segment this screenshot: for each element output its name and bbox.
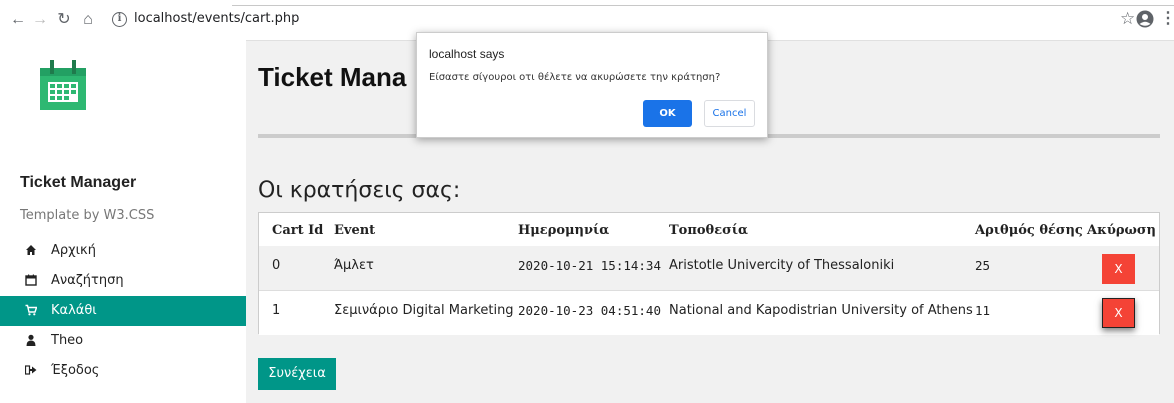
column-header: Ημερομηνία <box>518 223 610 238</box>
location-cell: Aristotle Univercity of Thessaloniki <box>669 258 895 273</box>
section-heading: Οι κρατήσεις σας: <box>258 178 461 203</box>
sidebar-subtitle: Template by W3.CSS <box>20 208 155 223</box>
reload-icon[interactable]: ↻ <box>54 10 74 30</box>
address-bar[interactable]: localhost/events/cart.php <box>134 11 299 26</box>
event-cell: Σεμινάριο Digital Marketing <box>334 303 514 318</box>
sidebar: Ticket Manager Template by W3.CSS Αρχική… <box>0 40 246 403</box>
table-header: Cart Id Event Ημερομηνία Τοποθεσία Αριθμ… <box>259 213 1159 247</box>
cancel-booking-button[interactable]: X <box>1102 298 1135 328</box>
continue-button[interactable]: Συνέχεια <box>258 358 336 390</box>
sidebar-item-label: Έξοδος <box>51 363 100 378</box>
dialog-message: Είσαστε σίγουροι οτι θέλετε να ακυρώσετε… <box>429 72 721 83</box>
cancel-booking-button[interactable]: X <box>1102 254 1135 284</box>
seat-cell: 25 <box>975 258 991 273</box>
tab-strip-edge <box>232 5 1174 6</box>
cart-id-cell: 1 <box>272 303 281 318</box>
bookmark-star-icon[interactable]: ☆ <box>1120 9 1135 29</box>
sidebar-item-search[interactable]: Αναζήτηση <box>0 266 246 296</box>
sidebar-title: Ticket Manager <box>20 174 137 191</box>
user-icon <box>26 334 36 346</box>
seat-cell: 11 <box>975 303 991 318</box>
date-cell: 2020-10-23 04:51:40 <box>518 303 661 318</box>
calendar-logo-icon <box>40 60 86 110</box>
bookings-table: Cart Id Event Ημερομηνία Τοποθεσία Αριθμ… <box>258 212 1160 335</box>
sidebar-item-label: Καλάθι <box>51 303 97 318</box>
menu-kebab-icon[interactable]: ⋮ <box>1160 8 1174 28</box>
location-cell: National and Kapodistrian University of … <box>669 303 973 318</box>
column-header: Ακύρωση <box>1087 223 1156 238</box>
column-header: Τοποθεσία <box>669 223 748 238</box>
column-header: Cart Id <box>272 223 324 238</box>
home-icon <box>26 245 36 255</box>
sidebar-item-label: Αναζήτηση <box>51 273 124 288</box>
dialog-title: localhost says <box>429 47 505 61</box>
cart-icon <box>25 304 37 316</box>
table-row: 1 Σεμινάριο Digital Marketing 2020-10-23… <box>259 291 1159 335</box>
column-header: Event <box>334 223 376 238</box>
home-nav-icon[interactable]: ⌂ <box>78 10 98 30</box>
cart-id-cell: 0 <box>272 258 281 273</box>
ok-button[interactable]: OK <box>643 100 692 127</box>
column-header: Αριθμός θέσης <box>975 223 1083 238</box>
page-title: Ticket Mana <box>258 62 407 92</box>
event-cell: Άμλετ <box>334 258 374 273</box>
date-cell: 2020-10-21 15:14:34 <box>518 258 661 273</box>
sign-out-icon <box>25 365 37 375</box>
sidebar-item-label: Αρχική <box>51 243 96 258</box>
sidebar-item-label: Theo <box>51 333 84 348</box>
account-icon[interactable] <box>1136 10 1154 28</box>
site-info-icon[interactable]: i <box>112 12 127 27</box>
sidebar-item-logout[interactable]: Έξοδος <box>0 356 246 386</box>
table-row: 0 Άμλετ 2020-10-21 15:14:34 Aristotle Un… <box>259 246 1159 291</box>
back-icon[interactable]: ← <box>8 10 28 30</box>
cancel-button[interactable]: Cancel <box>704 100 755 127</box>
sidebar-item-user[interactable]: Theo <box>0 326 246 356</box>
calendar-icon <box>25 274 37 286</box>
forward-icon[interactable]: → <box>30 10 50 30</box>
sidebar-item-home[interactable]: Αρχική <box>0 236 246 266</box>
sidebar-item-cart[interactable]: Καλάθι <box>0 296 246 326</box>
confirm-dialog: localhost says Είσαστε σίγουροι οτι θέλε… <box>416 32 768 138</box>
